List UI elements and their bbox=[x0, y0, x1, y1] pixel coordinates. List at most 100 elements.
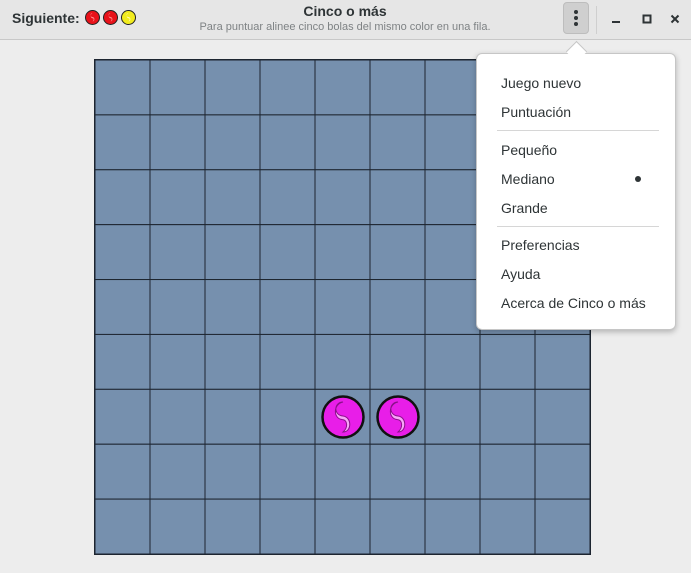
board-cell[interactable] bbox=[149, 498, 206, 554]
board-cell[interactable] bbox=[259, 114, 316, 171]
board-cell[interactable] bbox=[479, 388, 536, 445]
maximize-button[interactable] bbox=[634, 6, 660, 32]
menu-item-scores[interactable]: Puntuación bbox=[477, 98, 675, 126]
board-cell[interactable] bbox=[259, 443, 316, 500]
header-bar: Siguiente: Cinco o más Para puntuar alin… bbox=[0, 0, 691, 40]
window-title: Cinco o más bbox=[303, 3, 387, 19]
board-cell[interactable] bbox=[149, 279, 206, 335]
menu-item-large[interactable]: Grande bbox=[477, 194, 675, 222]
board-cell[interactable] bbox=[534, 388, 590, 445]
board-cell[interactable] bbox=[424, 443, 481, 500]
red-ball-icon bbox=[85, 10, 100, 25]
board-cell[interactable] bbox=[204, 443, 261, 500]
magenta-ball-icon[interactable] bbox=[375, 395, 420, 439]
board-cell[interactable] bbox=[204, 388, 261, 445]
menu-item-new-game[interactable]: Juego nuevo bbox=[477, 69, 675, 97]
board-cell[interactable] bbox=[95, 114, 151, 171]
board-cell[interactable] bbox=[95, 333, 151, 390]
menu-item-help[interactable]: Ayuda bbox=[477, 260, 675, 288]
board-cell[interactable] bbox=[204, 114, 261, 171]
window-subtitle: Para puntuar alinee cinco bolas del mism… bbox=[199, 21, 491, 33]
board-cell[interactable] bbox=[259, 60, 316, 116]
board-cell[interactable] bbox=[314, 333, 371, 390]
board-cell[interactable] bbox=[149, 114, 206, 171]
header-separator bbox=[596, 6, 597, 34]
board-cell[interactable] bbox=[314, 279, 371, 335]
board-cell[interactable] bbox=[259, 169, 316, 226]
board-cell[interactable] bbox=[314, 443, 371, 500]
board-cell[interactable] bbox=[259, 279, 316, 335]
board-cell[interactable] bbox=[369, 279, 426, 335]
board-cell[interactable] bbox=[149, 60, 206, 116]
board-cell[interactable] bbox=[424, 114, 481, 171]
board-cell[interactable] bbox=[424, 333, 481, 390]
radio-selected-icon bbox=[635, 176, 641, 182]
menu-item-medium[interactable]: Mediano bbox=[477, 165, 675, 193]
close-icon bbox=[670, 14, 680, 24]
board-cell[interactable] bbox=[149, 443, 206, 500]
board-cell[interactable] bbox=[369, 333, 426, 390]
board-cell[interactable] bbox=[534, 443, 590, 500]
board-cell[interactable] bbox=[369, 443, 426, 500]
board-cell[interactable] bbox=[95, 224, 151, 281]
board-cell[interactable] bbox=[204, 279, 261, 335]
board-cell[interactable] bbox=[95, 169, 151, 226]
board-cell[interactable] bbox=[204, 498, 261, 554]
board-cell[interactable] bbox=[479, 498, 536, 554]
board-cell[interactable] bbox=[424, 169, 481, 226]
board-cell[interactable] bbox=[369, 114, 426, 171]
yellow-ball-icon bbox=[121, 10, 136, 25]
board-cell[interactable] bbox=[204, 60, 261, 116]
menu-divider bbox=[497, 130, 659, 131]
board-cell[interactable] bbox=[314, 169, 371, 226]
board-cell[interactable] bbox=[259, 333, 316, 390]
close-button[interactable] bbox=[662, 6, 688, 32]
board-cell[interactable] bbox=[95, 279, 151, 335]
board-cell[interactable] bbox=[204, 333, 261, 390]
board-cell[interactable] bbox=[95, 443, 151, 500]
board-cell[interactable] bbox=[204, 224, 261, 281]
board-cell[interactable] bbox=[424, 388, 481, 445]
board-cell[interactable] bbox=[424, 279, 481, 335]
board-cell[interactable] bbox=[369, 224, 426, 281]
board-cell[interactable] bbox=[314, 114, 371, 171]
board-cell[interactable] bbox=[534, 333, 590, 390]
minimize-icon bbox=[612, 21, 620, 23]
board-cell[interactable] bbox=[369, 60, 426, 116]
board-cell[interactable] bbox=[149, 388, 206, 445]
board-cell[interactable] bbox=[369, 498, 426, 554]
board-cell[interactable] bbox=[424, 60, 481, 116]
board-cell[interactable] bbox=[479, 333, 536, 390]
board-cell[interactable] bbox=[479, 443, 536, 500]
board-cell[interactable] bbox=[259, 224, 316, 281]
board-cell[interactable] bbox=[424, 224, 481, 281]
minimize-button[interactable] bbox=[603, 6, 629, 32]
red-ball-icon bbox=[103, 10, 118, 25]
next-balls-preview bbox=[85, 10, 136, 25]
board-cell[interactable] bbox=[95, 498, 151, 554]
main-menu-popover: Juego nuevo Puntuación Pequeño Mediano G… bbox=[476, 53, 676, 330]
board-cell[interactable] bbox=[314, 498, 371, 554]
magenta-ball-icon[interactable] bbox=[320, 395, 365, 439]
board-cell[interactable] bbox=[314, 60, 371, 116]
board-cell[interactable] bbox=[95, 60, 151, 116]
board-cell[interactable] bbox=[534, 498, 590, 554]
board-cell[interactable] bbox=[314, 224, 371, 281]
main-menu-button[interactable] bbox=[563, 2, 589, 34]
menu-divider bbox=[497, 226, 659, 227]
board-cell[interactable] bbox=[369, 169, 426, 226]
maximize-icon bbox=[642, 14, 652, 24]
menu-item-preferences[interactable]: Preferencias bbox=[477, 231, 675, 259]
menu-item-small[interactable]: Pequeño bbox=[477, 136, 675, 164]
board-cell[interactable] bbox=[149, 333, 206, 390]
board-cell[interactable] bbox=[204, 169, 261, 226]
board-cell[interactable] bbox=[259, 388, 316, 445]
board-cell[interactable] bbox=[149, 169, 206, 226]
menu-item-medium-label: Mediano bbox=[501, 171, 555, 187]
board-cell[interactable] bbox=[149, 224, 206, 281]
board-cell[interactable] bbox=[259, 498, 316, 554]
board-cell[interactable] bbox=[424, 498, 481, 554]
board-cell[interactable] bbox=[95, 388, 151, 445]
vertical-dots-icon bbox=[574, 10, 578, 26]
menu-item-about[interactable]: Acerca de Cinco o más bbox=[477, 289, 675, 317]
